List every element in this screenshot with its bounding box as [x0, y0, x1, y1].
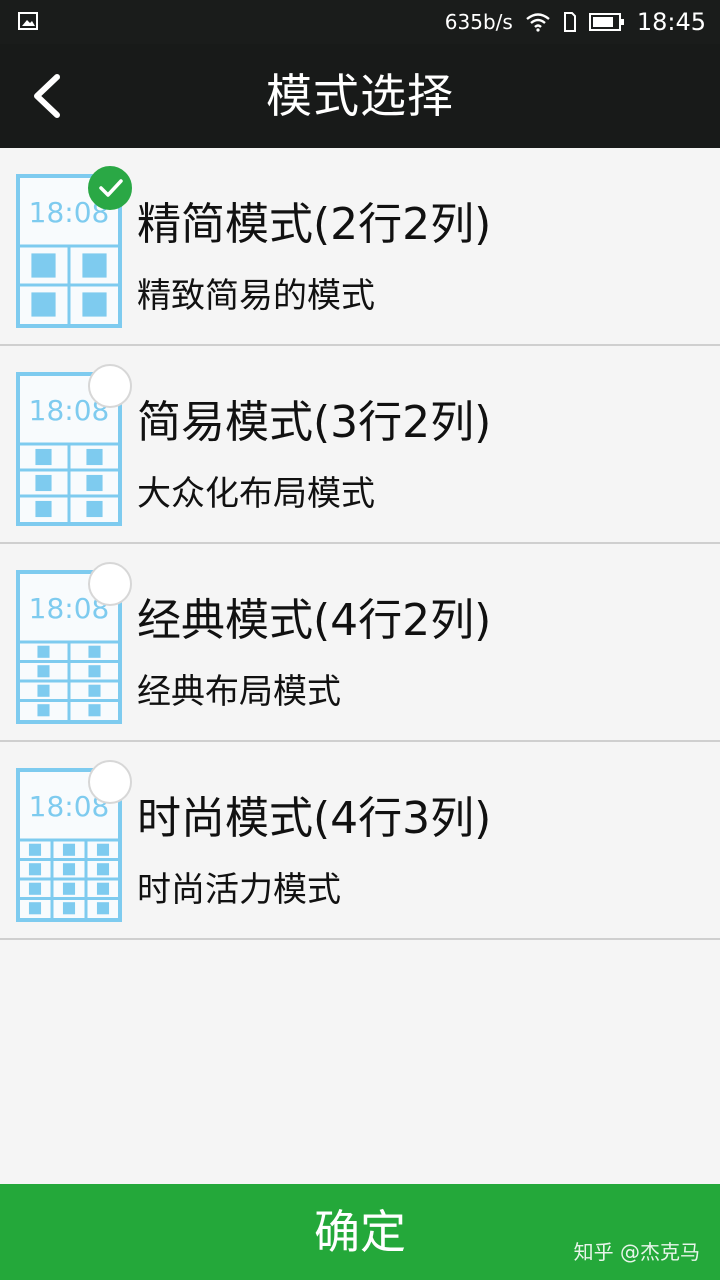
- thumbnail-cell: [86, 500, 103, 518]
- thumbnail-cell: [88, 645, 101, 658]
- mode-name: 简易模式(3行2列): [137, 397, 492, 448]
- mode-name: 时尚模式(4行3列): [137, 793, 492, 844]
- thumbnail-cell: [62, 882, 76, 895]
- thumbnail-cell: [28, 882, 42, 895]
- thumbnail-cell: [96, 902, 110, 915]
- thumbnail-cell: [28, 902, 42, 915]
- network-speed: 635b/s: [444, 10, 513, 34]
- mode-list: 18:08 精简模式(2行2列) 精致简易的模式 18:08 简易模式(3行2列…: [0, 148, 720, 940]
- mode-option-classic[interactable]: 18:08 经典模式(4行2列) 经典布局模式: [0, 544, 720, 742]
- thumbnail-cell: [96, 863, 110, 876]
- thumbnail-cell: [96, 843, 110, 856]
- mode-option-fashion[interactable]: 18:08 时尚模式(4行3列) 时尚活力模式: [0, 742, 720, 940]
- wifi-icon: [526, 13, 550, 32]
- thumbnail-cell: [86, 474, 103, 492]
- thumbnail-cell: [28, 843, 42, 856]
- thumbnail-cell: [31, 292, 56, 317]
- mode-description: 大众化布局模式: [137, 474, 375, 514]
- thumbnail-cell: [88, 665, 101, 678]
- thumbnail-cell: [82, 292, 107, 317]
- mode-description: 经典布局模式: [137, 672, 341, 712]
- sim-icon: [563, 12, 576, 32]
- thumbnail-cell: [35, 474, 52, 492]
- status-bar: 635b/s 18:45: [0, 0, 720, 44]
- confirm-button[interactable]: 确定: [0, 1184, 720, 1280]
- watermark: 知乎 @杰克马: [573, 1240, 700, 1264]
- mode-option-easy[interactable]: 18:08 简易模式(3行2列) 大众化布局模式: [0, 346, 720, 544]
- thumbnail-cell: [62, 902, 76, 915]
- thumbnail-cell: [96, 882, 110, 895]
- thumbnail-cell: [31, 253, 56, 278]
- thumbnail-cell: [35, 500, 52, 518]
- radio-unselected[interactable]: [88, 364, 132, 408]
- mode-description: 时尚活力模式: [137, 870, 341, 910]
- mode-name: 经典模式(4行2列): [137, 595, 492, 646]
- thumbnail-cell: [62, 843, 76, 856]
- thumbnail-cell: [86, 448, 103, 466]
- check-icon: [99, 179, 123, 197]
- thumbnail-cell: [82, 253, 107, 278]
- mode-name: 精简模式(2行2列): [137, 199, 492, 250]
- radio-selected[interactable]: [88, 166, 132, 210]
- clock: 18:45: [636, 8, 706, 36]
- mode-description: 精致简易的模式: [137, 276, 375, 316]
- thumbnail-cell: [35, 448, 52, 466]
- thumbnail-cell: [37, 704, 50, 717]
- thumbnail-cell: [37, 665, 50, 678]
- thumbnail-cell: [37, 645, 50, 658]
- page-title: 模式选择: [266, 69, 454, 123]
- mode-option-simplified[interactable]: 18:08 精简模式(2行2列) 精致简易的模式: [0, 148, 720, 346]
- thumbnail-cell: [62, 863, 76, 876]
- gallery-icon: [18, 12, 38, 30]
- battery-icon: [588, 13, 624, 31]
- thumbnail-cell: [37, 684, 50, 697]
- thumbnail-cell: [88, 704, 101, 717]
- radio-unselected[interactable]: [88, 562, 132, 606]
- title-bar: 模式选择: [0, 44, 720, 148]
- thumbnail-cell: [28, 863, 42, 876]
- radio-unselected[interactable]: [88, 760, 132, 804]
- thumbnail-cell: [88, 684, 101, 697]
